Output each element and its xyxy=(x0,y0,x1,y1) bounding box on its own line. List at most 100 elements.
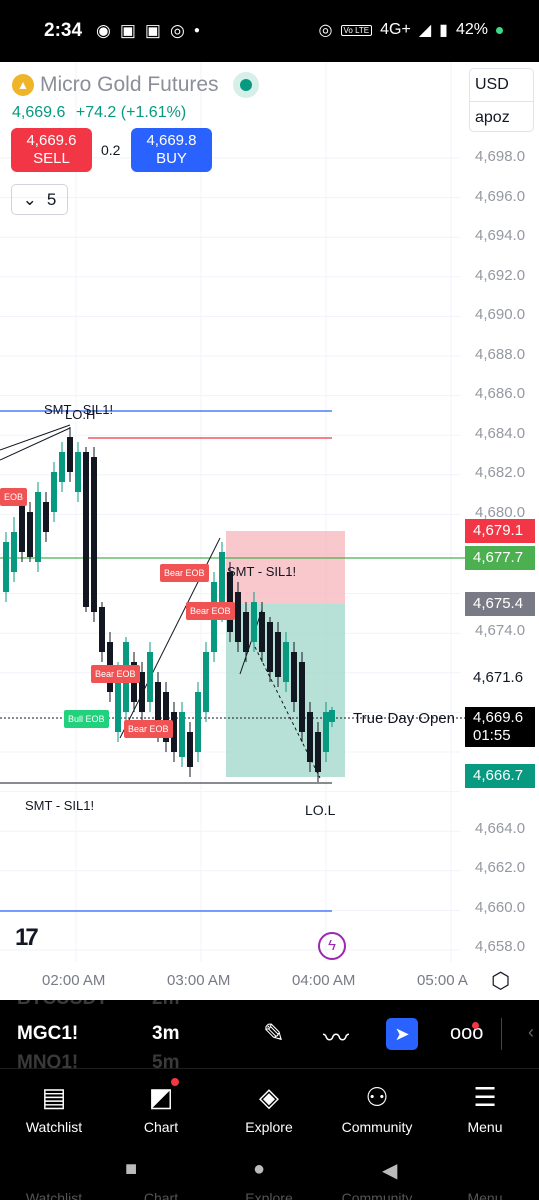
privacy-dot xyxy=(496,26,503,34)
candle-body xyxy=(19,502,25,552)
indicator-count: 5 xyxy=(46,189,57,209)
candle-body xyxy=(91,457,97,612)
market-status-icon[interactable] xyxy=(232,72,259,98)
time-axis-label: 05:00 A xyxy=(417,972,468,989)
candle-body xyxy=(3,542,9,592)
candle-body xyxy=(315,732,321,772)
toolbar-divider xyxy=(501,1018,502,1050)
candle-body xyxy=(283,642,289,682)
nav-ghost-label: Chart xyxy=(143,1190,179,1200)
sell-price: 4,669.6 xyxy=(26,132,77,149)
nav-explore[interactable]: ◈ Explore xyxy=(215,1069,323,1137)
price-tag-red: 4,679.1 xyxy=(465,519,535,543)
recents-icon[interactable]: ■ xyxy=(125,1158,137,1181)
active-interval[interactable]: 3m xyxy=(152,1023,179,1045)
bear-eob-chip[interactable]: Bear EOB xyxy=(160,564,209,582)
candle-body xyxy=(27,512,33,557)
symbol-price: 4,669.6 +74.2 (+1.61%) xyxy=(12,104,186,122)
whatsapp-icon: ◎ xyxy=(169,21,185,40)
account-value[interactable]: apoz xyxy=(470,101,533,133)
symbol-header[interactable]: ▲ Micro Gold Futures xyxy=(12,72,259,98)
gold-logo-icon: ▲ xyxy=(12,74,34,96)
last-price: 4,669.6 xyxy=(12,104,66,121)
price-chart[interactable] xyxy=(0,62,539,1000)
price-axis-label: 4,692.0 xyxy=(475,267,526,284)
interval-ghost: 2m xyxy=(152,1000,179,1010)
bear-eob-chip[interactable]: Bear EOB xyxy=(124,720,173,738)
candle-body xyxy=(329,710,335,722)
tradingview-logo: 17 xyxy=(15,924,39,951)
chevron-left-icon[interactable]: ‹ xyxy=(528,1022,534,1043)
volte-icon: Vo LTE xyxy=(340,24,373,36)
line-tool-icon[interactable]: 〰 xyxy=(323,1018,349,1055)
favorites-tool-icon[interactable]: ➤ xyxy=(386,1018,418,1050)
nav-chart[interactable]: ◩ Chart xyxy=(107,1069,215,1137)
collapse-legend-button[interactable]: ⌄ 5 xyxy=(11,184,68,215)
spread: 0.2 xyxy=(101,142,121,158)
price-axis-label: 4,658.0 xyxy=(475,938,526,955)
bottom-navigation: ▤ Watchlist ◩ Chart ◈ Explore ⚇ Communit… xyxy=(0,1068,539,1148)
candle-body xyxy=(83,452,89,607)
currency-value[interactable]: USD xyxy=(470,69,533,101)
candle-body xyxy=(307,712,313,762)
candle-body xyxy=(195,692,201,752)
candle-body xyxy=(235,592,241,642)
chart-badge xyxy=(171,1078,179,1086)
active-symbol[interactable]: MGC1! xyxy=(17,1023,78,1045)
watchlist-symbol-ghost: MNQ1! xyxy=(17,1052,79,1068)
nav-community[interactable]: ⚇ Community xyxy=(323,1069,431,1137)
nav-menu[interactable]: ☰ Menu xyxy=(431,1069,539,1137)
lo-h-label: LO.H xyxy=(65,407,96,422)
system-navigation: ■ ● ◀ Watchlist Chart Explore Community … xyxy=(0,1148,539,1200)
system-status: ◎ Vo LTE 4G+ ◢ ▮ 42% xyxy=(319,20,503,40)
nav-watchlist[interactable]: ▤ Watchlist xyxy=(0,1069,108,1137)
bolt-icon[interactable]: ϟ xyxy=(318,932,346,960)
menu-icon: ☰ xyxy=(473,1082,497,1112)
lo-l-label: LO.L xyxy=(305,802,336,818)
price-axis-label: 4,696.0 xyxy=(475,188,526,205)
candle-body xyxy=(59,452,65,482)
pencil-icon[interactable]: ✎ xyxy=(263,1018,285,1049)
bear-eob-chip[interactable]: Bear EOB xyxy=(186,602,235,620)
buy-button[interactable]: 4,669.8 BUY xyxy=(131,128,212,172)
candle-body xyxy=(267,622,273,672)
chart-area[interactable]: ▲ Micro Gold Futures 4,669.6 +74.2 (+1.6… xyxy=(0,62,539,1000)
nav-label: Watchlist xyxy=(25,1119,83,1135)
status-bar: 2:34 ◉ ▣ ▣ ◎ ● ◎ Vo LTE 4G+ ◢ ▮ 42% xyxy=(0,0,539,62)
price-tag-teal: 4,666.7 xyxy=(465,764,535,788)
nav-ghost-label: Community xyxy=(341,1190,413,1200)
chart-settings-icon[interactable]: ⬡ xyxy=(491,968,510,994)
price-axis-label: 4,684.0 xyxy=(475,425,526,442)
back-icon[interactable]: ◀ xyxy=(382,1158,397,1183)
chart-icon: ◩ xyxy=(148,1082,174,1112)
notification-icons: ◉ ▣ ▣ ◎ ● xyxy=(96,20,200,42)
compass-icon: ◈ xyxy=(259,1082,279,1112)
gamepad-icon: ▣ xyxy=(119,21,136,40)
status-time: 2:34 xyxy=(44,20,83,41)
symbol-name[interactable]: Micro Gold Futures xyxy=(40,73,219,97)
messenger-icon: ◉ xyxy=(96,21,111,40)
candle-body xyxy=(203,652,209,712)
candle-body xyxy=(323,712,329,752)
current-price-tag: 4,669.6 01:55 xyxy=(465,707,535,747)
currency-selector[interactable]: USD apoz xyxy=(469,68,534,132)
nav-ghost-label: Watchlist xyxy=(25,1190,83,1200)
community-icon: ⚇ xyxy=(365,1082,389,1112)
interval-ghost: 5m xyxy=(152,1052,180,1068)
bar-countdown: 01:55 xyxy=(473,727,511,744)
nav-ghost-label: Explore xyxy=(245,1190,293,1200)
bull-eob-chip[interactable]: Bull EOB xyxy=(64,710,109,728)
price-axis-label: 4,662.0 xyxy=(475,859,526,876)
chart-toolbar: BTCUSDT 2m MGC1! 3m MNQ1! 5m ✎ 〰 ➤ ooo ‹ xyxy=(0,1000,539,1068)
bear-eob-chip[interactable]: Bear EOB xyxy=(91,665,140,683)
candle-body xyxy=(35,492,41,562)
home-icon[interactable]: ● xyxy=(253,1158,265,1181)
candle-body xyxy=(291,652,297,702)
nav-label: Explore xyxy=(245,1119,293,1135)
candle-body xyxy=(299,662,305,732)
sell-button[interactable]: 4,669.6 SELL xyxy=(11,128,92,172)
bear-eob-chip[interactable]: EOB xyxy=(0,488,28,506)
battery-icon: ▮ xyxy=(439,22,448,39)
price-axis-label: 4,694.0 xyxy=(475,227,526,244)
sell-label: SELL xyxy=(33,150,70,167)
